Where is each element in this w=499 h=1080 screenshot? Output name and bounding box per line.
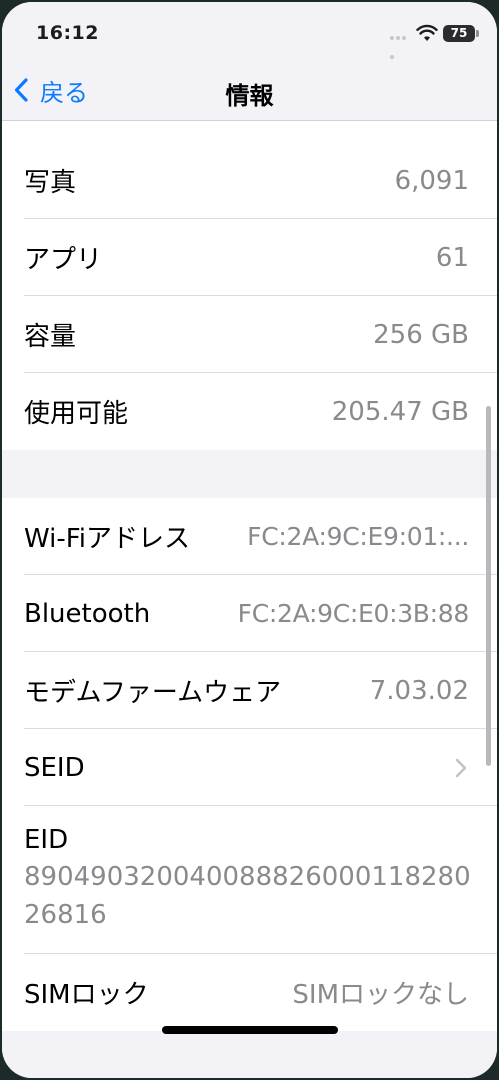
row-label: アプリ [24,245,103,275]
row-label: 写真 [24,168,77,198]
row-label: SEID [24,752,85,783]
eid-value: 89049032004008882600011828026816 [24,862,471,930]
row-value: 205.47 GB [331,396,469,427]
list-item-capacity: 容量 256 GB [2,296,497,373]
list-top-edge [2,121,497,142]
row-value: SIMロックなし [292,980,469,1010]
page-title: 情報 [225,82,274,110]
chevron-right-icon [455,758,467,777]
list-item-seid[interactable]: SEID [2,729,497,806]
list-item-modem-firmware[interactable]: モデムファームウェア 7.03.02 [2,652,497,729]
settings-list: 写真 6,091 アプリ 61 容量 256 GB 使用可能 205.47 GB… [2,121,497,1078]
navigation-bar: 戻る 情報 [2,62,497,121]
row-label: 使用可能 [24,399,129,429]
home-indicator[interactable] [162,1026,338,1034]
status-time: 16:12 [36,22,99,44]
battery-icon: 75 [443,25,479,42]
row-value: FC:2A:9C:E0:3B:88 [237,599,469,628]
row-value: 61 [435,242,469,273]
storage-group: 写真 6,091 アプリ 61 容量 256 GB 使用可能 205.47 GB [2,142,497,450]
list-item-bluetooth[interactable]: Bluetooth FC:2A:9C:E0:3B:88 [2,575,497,652]
wifi-icon [416,24,438,41]
row-value: 256 GB [373,319,469,350]
scrollbar[interactable] [486,406,491,766]
row-value: FC:2A:9C:E9:01:... [247,522,469,551]
status-bar: 16:12 75 [2,2,497,62]
list-item-photos: 写真 6,091 [2,142,497,219]
signal-dots-icon [390,36,412,59]
list-item-eid[interactable]: EID 89049032004008882600011828026816 [2,806,497,954]
phone-screen: 16:12 75 戻る 情報 写真 6,091 アプリ 61 容量 256 GB… [2,2,497,1078]
list-item-available: 使用可能 205.47 GB [2,373,497,450]
list-item-wifi-address[interactable]: Wi-Fiアドレス FC:2A:9C:E9:01:... [2,498,497,575]
row-label: EID [24,825,69,855]
row-value: 6,091 [394,165,469,196]
network-group: Wi-Fiアドレス FC:2A:9C:E9:01:... Bluetooth F… [2,498,497,1031]
row-label: モデムファームウェア [24,678,282,708]
row-label: 容量 [24,322,77,352]
row-label: Bluetooth [24,598,151,629]
row-label: Wi-Fiアドレス [24,524,191,554]
list-item-sim-lock: SIMロック SIMロックなし [2,954,497,1031]
row-value: 7.03.02 [369,675,469,706]
row-label: SIMロック [24,980,149,1010]
list-item-apps: アプリ 61 [2,219,497,296]
